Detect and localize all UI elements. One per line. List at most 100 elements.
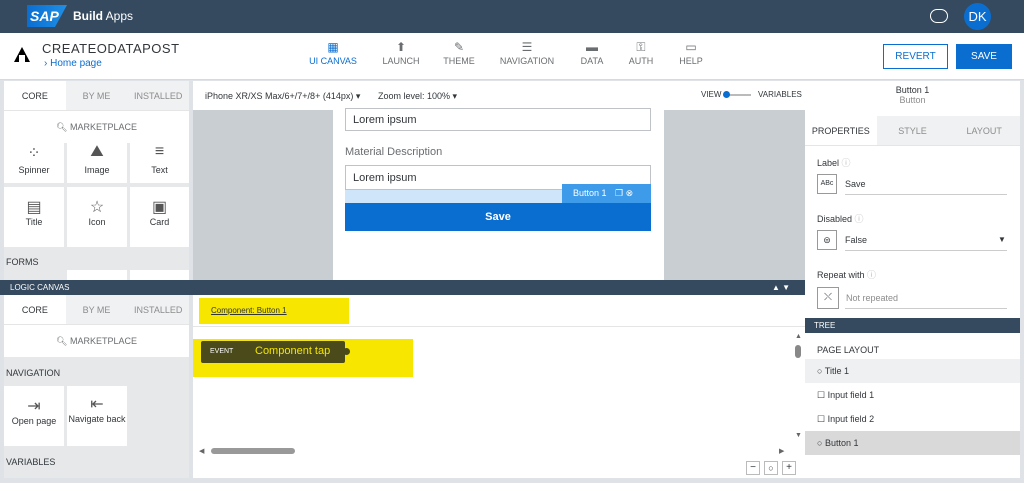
vertical-scrollbar[interactable] (795, 345, 801, 358)
tab-theme[interactable]: ✎ THEME (424, 40, 494, 66)
selected-component-type: Button (899, 95, 926, 105)
scroll-right-icon[interactable]: ▶ (779, 447, 784, 455)
theme-icon: ✎ (453, 40, 465, 54)
repeat-icon[interactable]: ⤬ (817, 287, 839, 309)
zoom-out-icon[interactable]: − (746, 461, 760, 475)
shell-bar (0, 0, 1024, 33)
tree-item-title[interactable]: ○ Title 1 (805, 359, 1020, 383)
selected-component-tag[interactable]: Button 1 ❐ ⊗ (562, 184, 651, 203)
canvas-save-button[interactable]: Save (345, 203, 651, 231)
canvas-toolbar: iPhone XR/XS Max/6+/7+/8+ (414px) ▾ Zoom… (193, 81, 805, 110)
tab-help[interactable]: ▭ HELP (656, 40, 726, 66)
palette-icon[interactable]: ☆ Icon (67, 187, 127, 247)
ui-canvas-icon: ▦ (327, 40, 339, 54)
title-icon: ▤ (26, 199, 42, 216)
variables-section: VARIABLES (6, 457, 56, 467)
palette-tab-core[interactable]: CORE (4, 81, 66, 110)
spinner-icon: ⁘ (27, 145, 41, 162)
tree-item-input-1[interactable]: ☐ Input field 1 (805, 383, 1020, 407)
horizontal-scrollbar[interactable] (211, 448, 295, 454)
event-output-port[interactable] (343, 348, 350, 355)
breadcrumb-home-link[interactable]: Home page (50, 58, 102, 69)
logic-open-page[interactable]: ⇥ Open page (4, 386, 64, 446)
search-icon: 🔍︎ (56, 336, 68, 346)
component-link[interactable]: Component: Button 1 (211, 306, 287, 315)
tree-panel: PAGE LAYOUT ○ Title 1 ☐ Input field 1 ☐ … (805, 333, 1020, 478)
scroll-left-icon[interactable]: ◀ (199, 447, 204, 455)
navigation-icon: ☰ (521, 40, 533, 54)
breadcrumb[interactable]: › Home page (44, 58, 102, 69)
disabled-title: Disabled ⓘ (817, 214, 864, 224)
tree-item-input-2[interactable]: ☐ Input field 2 (805, 407, 1020, 431)
marketplace-link[interactable]: 🔍︎ MARKETPLACE (4, 111, 189, 143)
view-variables-toggle[interactable] (723, 91, 751, 98)
logic-tab-installed[interactable]: INSTALLED (127, 295, 190, 324)
text-icon: ≡ (154, 143, 165, 160)
zoom-select[interactable]: Zoom level: 100% ▾ (378, 91, 457, 102)
image-icon: ⛰ (90, 143, 104, 160)
disabled-value[interactable]: False (845, 235, 867, 245)
label-value[interactable]: Save (845, 179, 866, 189)
app-name: CREATEODATAPOST (42, 41, 180, 56)
help-icon: ▭ (685, 40, 697, 54)
label-title: Label ⓘ (817, 158, 851, 168)
save-button[interactable]: SAVE (956, 44, 1012, 69)
event-label: Component tap (255, 345, 331, 357)
scroll-down-icon[interactable]: ▼ (795, 432, 802, 439)
text-binding-icon[interactable]: ABc (817, 174, 837, 194)
info-icon: ⓘ (854, 214, 864, 224)
view-label: VIEW (701, 90, 722, 99)
search-icon: 🔍︎ (56, 122, 68, 132)
navigate-back-icon: ⇤ (90, 396, 104, 413)
info-icon: ⓘ (841, 158, 851, 168)
palette-title[interactable]: ▤ Title (4, 187, 64, 247)
tab-style[interactable]: STYLE (876, 116, 949, 145)
event-node[interactable]: EVENT Component tap (201, 341, 345, 363)
logic-marketplace-link[interactable]: 🔍︎ MARKETPLACE (4, 325, 189, 357)
tab-navigation[interactable]: ☰ NAVIGATION (492, 40, 562, 66)
star-icon: ☆ (89, 199, 105, 216)
event-tag: EVENT (210, 348, 234, 355)
properties-body: Label ⓘ ABc Save Disabled ⓘ ⊜ False ▼ Re… (805, 146, 1020, 318)
repeat-value[interactable]: Not repeated (846, 293, 898, 303)
logic-tab-core[interactable]: CORE (4, 295, 66, 324)
scroll-up-icon[interactable]: ▲ (795, 333, 802, 340)
variables-label[interactable]: VARIABLES (758, 90, 802, 99)
logic-canvas-header: LOGIC CANVAS (0, 280, 805, 295)
shell-title: Build Apps (73, 9, 134, 23)
palette-card[interactable]: ▣ Card (130, 187, 189, 247)
info-icon: ⓘ (867, 270, 877, 280)
properties-header: Button 1 Button (805, 81, 1020, 116)
device-select[interactable]: iPhone XR/XS Max/6+/7+/8+ (414px) ▾ (205, 91, 360, 102)
open-page-icon: ⇥ (27, 398, 41, 415)
page-layout-label: PAGE LAYOUT (817, 345, 880, 355)
zoom-in-icon[interactable]: + (782, 461, 796, 475)
zoom-reset-icon[interactable]: ○ (764, 461, 778, 475)
palette-text[interactable]: ≡ Text (130, 143, 189, 183)
palette-tab-installed[interactable]: INSTALLED (127, 81, 190, 110)
copy-icon[interactable]: ❐ (615, 188, 623, 198)
tree-item-button[interactable]: ○ Button 1 (805, 431, 1020, 455)
material-description-label: Material Description (345, 146, 443, 158)
palette-spinner[interactable]: ⁘ Spinner (4, 143, 64, 183)
notification-icon[interactable] (930, 9, 948, 23)
logic-tab-by-me[interactable]: BY ME (65, 295, 128, 324)
input-field-1[interactable]: Lorem ipsum (345, 108, 651, 131)
tab-ui-canvas[interactable]: ▦ UI CANVAS (298, 40, 368, 66)
disabled-dropdown-icon[interactable]: ▼ (998, 235, 1006, 244)
tree-header: TREE (805, 318, 1020, 333)
revert-button[interactable]: REVERT (883, 44, 948, 69)
tab-properties[interactable]: PROPERTIES (805, 116, 877, 145)
properties-tabs: PROPERTIES STYLE LAYOUT (805, 116, 1021, 146)
logic-navigate-back[interactable]: ⇤ Navigate back (67, 386, 127, 446)
tab-layout[interactable]: LAYOUT (948, 116, 1021, 145)
selected-component-title: Button 1 (895, 85, 930, 95)
palette-tab-by-me[interactable]: BY ME (65, 81, 128, 110)
expand-collapse-icon[interactable]: ▲ ▼ (772, 283, 790, 292)
toggle-binding-icon[interactable]: ⊜ (817, 230, 837, 250)
palette-image[interactable]: ⛰ Image (67, 143, 127, 183)
navigation-section: NAVIGATION (6, 368, 61, 378)
close-icon[interactable]: ⊗ (626, 188, 634, 198)
avatar[interactable]: DK (964, 3, 991, 30)
repeat-title: Repeat with ⓘ (817, 270, 877, 280)
